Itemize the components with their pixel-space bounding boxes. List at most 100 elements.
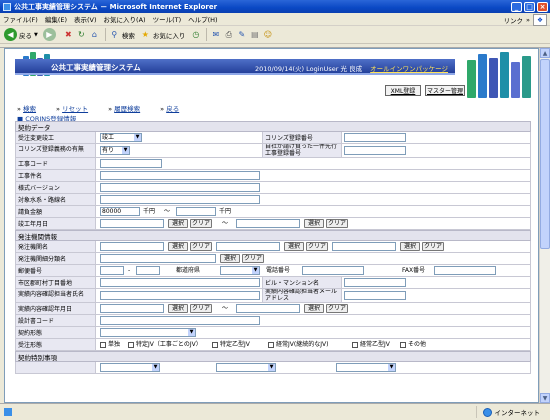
- form-row: 受注形態 単独 特定JV（工事ごとのJV） 特定乙型JV 経常JV(継続的なJV…: [15, 339, 531, 351]
- prefecture-select[interactable]: [220, 266, 260, 275]
- home-icon[interactable]: ⌂: [89, 29, 100, 40]
- nav-search[interactable]: » 検索: [17, 103, 46, 113]
- order-form-checkbox[interactable]: [128, 342, 134, 348]
- zone-label: インターネット: [494, 409, 541, 417]
- close-button[interactable]: ×: [537, 1, 548, 12]
- refresh-icon[interactable]: ↻: [76, 29, 87, 40]
- confirm-date-label: 実績内容確認年月日: [16, 303, 96, 314]
- scroll-down-icon[interactable]: ▼: [540, 393, 550, 403]
- menu-edit[interactable]: 編集(E): [45, 14, 67, 24]
- clear-button[interactable]: クリア: [190, 219, 212, 228]
- discuss-icon[interactable]: ▤: [249, 29, 260, 40]
- design-code-input[interactable]: [100, 316, 260, 325]
- amount-from-input[interactable]: 80000: [100, 207, 140, 216]
- menu-favorites[interactable]: お気に入り(A): [104, 14, 146, 24]
- confirm-date-to-input[interactable]: [236, 304, 300, 313]
- corins-number-input[interactable]: [344, 133, 406, 142]
- nav-back[interactable]: » 戻る: [160, 103, 189, 113]
- completion-to-input[interactable]: [236, 219, 300, 228]
- confirm-mail-input[interactable]: [344, 291, 406, 300]
- xml-register-button[interactable]: XML登録: [385, 85, 421, 96]
- select-button[interactable]: 選択: [284, 242, 304, 251]
- favorites-button[interactable]: ★ お気に入り: [140, 29, 186, 40]
- change-select[interactable]: 竣工: [100, 133, 142, 142]
- form-row: 実績内容確認担当者氏名 実績内容確認担当者メールアドレス: [15, 289, 531, 303]
- nav-reset[interactable]: » リセット: [56, 103, 98, 113]
- postal-dash: -: [128, 267, 131, 274]
- special-select-2[interactable]: [216, 363, 276, 372]
- corins-required-select[interactable]: 有り: [100, 146, 130, 155]
- org-name-input[interactable]: [100, 242, 164, 251]
- select-button[interactable]: 選択: [304, 219, 324, 228]
- org-name-input-2[interactable]: [216, 242, 280, 251]
- links-chevron-icon[interactable]: »: [526, 16, 530, 24]
- address-input[interactable]: [100, 278, 260, 287]
- menu-help[interactable]: ヘルプ(H): [188, 14, 217, 24]
- menu-file[interactable]: ファイル(F): [3, 14, 38, 24]
- links-label[interactable]: リンク: [504, 15, 524, 25]
- clear-button[interactable]: クリア: [422, 242, 444, 251]
- vertical-scrollbar[interactable]: ▲ ▼: [539, 48, 550, 403]
- order-form-checkbox[interactable]: [268, 342, 274, 348]
- clear-button[interactable]: クリア: [242, 254, 264, 263]
- building-input[interactable]: [344, 278, 406, 287]
- company-prior-input[interactable]: [344, 146, 406, 155]
- postal-2-input[interactable]: [136, 266, 160, 275]
- select-button[interactable]: 選択: [168, 242, 188, 251]
- form-row: 発注機関名 選択 クリア 選択 クリア 選択 クリア: [15, 241, 531, 253]
- contract-form-select[interactable]: [100, 328, 196, 337]
- form-row: 市区郡町村丁目番地 ビル・マンション名: [15, 277, 531, 289]
- select-button[interactable]: 選択: [304, 304, 324, 313]
- order-form-checkbox[interactable]: [352, 342, 358, 348]
- ie-icon: [3, 2, 11, 11]
- amount-to-input[interactable]: [176, 207, 216, 216]
- security-zone: インターネット: [474, 406, 541, 418]
- select-button[interactable]: 選択: [168, 219, 188, 228]
- clear-button[interactable]: クリア: [190, 304, 212, 313]
- order-form-checkbox[interactable]: [400, 342, 406, 348]
- clear-button[interactable]: クリア: [306, 242, 328, 251]
- forward-button[interactable]: ▶: [42, 28, 58, 41]
- master-manage-button[interactable]: マスター管理: [425, 85, 465, 96]
- nav-history[interactable]: » 履歴検索: [108, 103, 150, 113]
- select-button[interactable]: 選択: [220, 254, 240, 263]
- history-icon[interactable]: ◷: [190, 29, 201, 40]
- order-form-checkbox[interactable]: [100, 342, 106, 348]
- minimize-button[interactable]: _: [511, 1, 522, 12]
- stop-icon[interactable]: ✖: [63, 29, 74, 40]
- menu-tools[interactable]: ツール(T): [153, 14, 182, 24]
- maximize-button[interactable]: □: [524, 1, 535, 12]
- clear-button[interactable]: クリア: [326, 219, 348, 228]
- all-in-one-link[interactable]: オールインワンパッケージ: [370, 65, 448, 73]
- back-dropdown-icon[interactable]: ▼: [34, 32, 38, 38]
- confirm-person-input[interactable]: [100, 291, 260, 300]
- org-detail-input[interactable]: [100, 254, 216, 263]
- fax-input[interactable]: [434, 266, 496, 275]
- order-form-checkbox[interactable]: [212, 342, 218, 348]
- select-button[interactable]: 選択: [400, 242, 420, 251]
- menu-view[interactable]: 表示(V): [74, 14, 97, 24]
- scroll-thumb[interactable]: [540, 59, 550, 249]
- search-button[interactable]: ⚲ 検索: [109, 29, 134, 40]
- phone-input[interactable]: [302, 266, 364, 275]
- version-input[interactable]: [100, 183, 260, 192]
- edit-icon[interactable]: ✎: [236, 29, 247, 40]
- print-icon[interactable]: ⎙: [223, 29, 234, 40]
- scroll-up-icon[interactable]: ▲: [540, 48, 550, 58]
- confirm-date-from-input[interactable]: [100, 304, 164, 313]
- clear-button[interactable]: クリア: [326, 304, 348, 313]
- select-button[interactable]: 選択: [168, 304, 188, 313]
- mail-icon[interactable]: ✉: [210, 29, 221, 40]
- messenger-icon[interactable]: ☺: [262, 29, 273, 40]
- back-button[interactable]: ◀ 戻る ▼: [4, 28, 38, 41]
- water-system-input[interactable]: [100, 195, 260, 204]
- work-code-input[interactable]: [100, 159, 162, 168]
- completion-from-input[interactable]: [100, 219, 164, 228]
- special-select-1[interactable]: [100, 363, 160, 372]
- login-text: 2010/09/14(火) LoginUser 光 良成: [255, 65, 363, 73]
- org-name-input-3[interactable]: [332, 242, 396, 251]
- special-select-3[interactable]: [336, 363, 396, 372]
- postal-1-input[interactable]: [100, 266, 124, 275]
- work-name-input[interactable]: [100, 171, 260, 180]
- clear-button[interactable]: クリア: [190, 242, 212, 251]
